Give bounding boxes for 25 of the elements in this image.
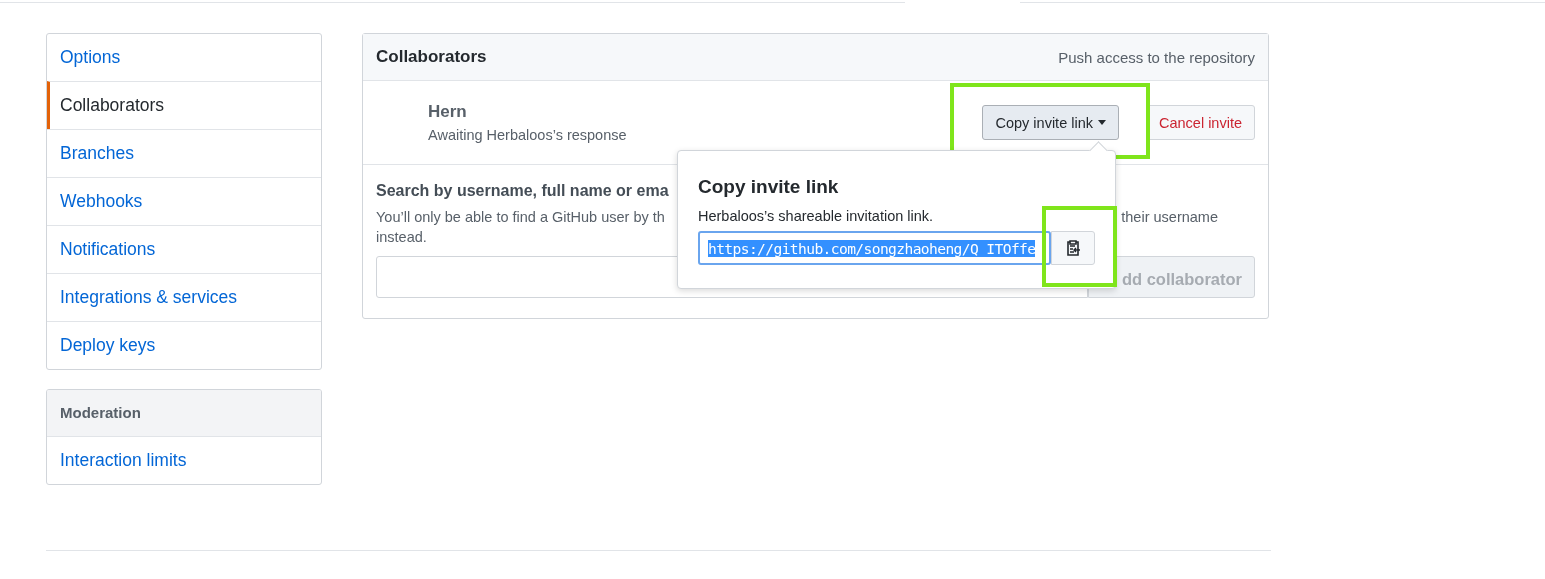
hint-text: their username <box>1121 209 1218 225</box>
menu-item[interactable]: Deploy keys <box>47 321 321 369</box>
menu-item[interactable]: Interaction limits <box>47 436 321 484</box>
invite-status: Awaiting Herbaloos’s response <box>428 127 628 143</box>
copy-button[interactable] <box>1051 231 1095 265</box>
copy-invite-button[interactable]: Copy invite link <box>982 105 1119 140</box>
menu-item[interactable]: Collaborators <box>47 81 321 129</box>
panel-subtitle: Push access to the repository <box>1058 48 1255 66</box>
menu-item[interactable]: Notifications <box>47 225 321 273</box>
search-label: Search by username, full name or ema <box>376 182 669 200</box>
caret-icon <box>1098 120 1106 125</box>
invite-link-field[interactable]: https://github.com/songzhaoheng/Q_ITOffe <box>698 231 1051 265</box>
hint-text: instead. <box>376 229 428 245</box>
clipboard-icon <box>1065 239 1081 257</box>
link-text: https://github.com/songzhaoheng/Q_ITOffe <box>708 239 1036 257</box>
menu-item[interactable]: Options <box>47 34 321 81</box>
menu-item[interactable]: Integrations & services <box>47 273 321 321</box>
collaborator-name: Hern <box>428 102 468 122</box>
popover-description: Herbaloos’s shareable invitation link. <box>698 208 935 224</box>
menu-item[interactable]: Branches <box>47 129 321 177</box>
panel-title: Collaborators <box>376 47 487 67</box>
menu-item[interactable]: Webhooks <box>47 177 321 225</box>
popover-title: Copy invite link <box>698 176 840 198</box>
hint-text: You’ll only be able to find a GitHub user by th <box>376 209 665 225</box>
menu-heading: Moderation <box>47 390 321 436</box>
